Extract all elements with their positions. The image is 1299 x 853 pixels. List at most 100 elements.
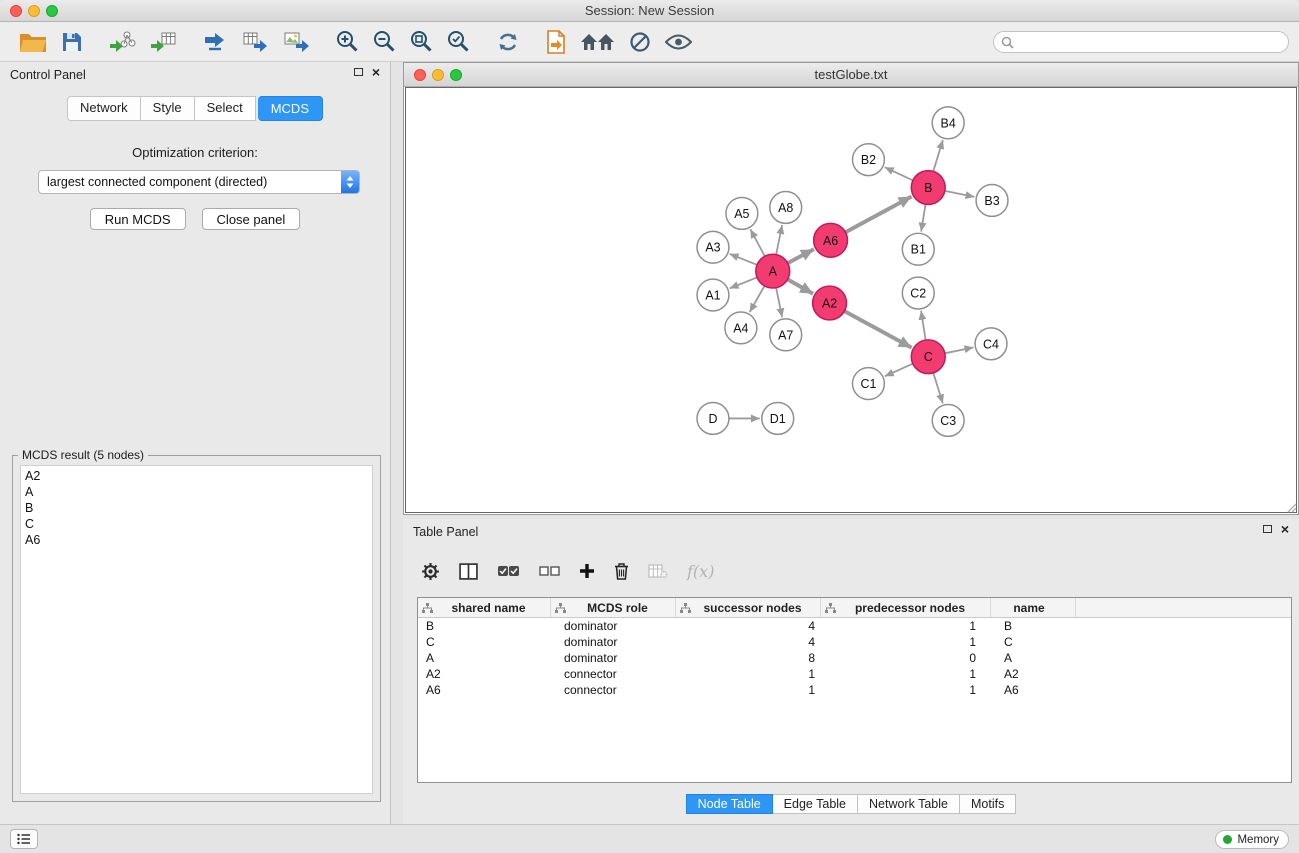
graph-node-B3[interactable]: B3	[976, 185, 1008, 217]
network-canvas[interactable]: B4 B2 B B3 A5 A8 A6 B1 A3 A C2 A1 A2 A4 A7 C4 C C1 C3 D D1	[405, 87, 1297, 513]
show-columns-button[interactable]	[459, 563, 478, 580]
graph-edge-B-B2[interactable]	[885, 167, 913, 180]
select-all-columns-button[interactable]	[497, 565, 520, 577]
table-settings-button[interactable]	[421, 562, 440, 581]
float-table-panel-icon[interactable]	[1263, 525, 1272, 533]
graph-node-B4[interactable]: B4	[932, 107, 964, 139]
titlebar[interactable]: Session: New Session	[0, 0, 1299, 22]
close-panel-icon[interactable]: ×	[372, 67, 380, 77]
tab-network-table[interactable]: Network Table	[858, 794, 960, 814]
session-document-button[interactable]	[546, 30, 566, 54]
float-panel-icon[interactable]	[354, 68, 363, 76]
mcds-result-list[interactable]: A2ABCA6	[20, 465, 373, 794]
graph-edge-A-A2[interactable]	[788, 279, 814, 293]
save-session-button[interactable]	[61, 31, 83, 53]
zoom-out-button[interactable]	[373, 30, 396, 53]
column-header-shared-name[interactable]: shared name	[418, 598, 551, 617]
tab-select[interactable]: Select	[195, 96, 256, 121]
graph-node-A1[interactable]: A1	[697, 279, 729, 311]
show-details-button[interactable]	[665, 34, 692, 50]
graph-node-A8[interactable]: A8	[770, 192, 802, 224]
graph-node-B[interactable]: B	[911, 171, 945, 205]
graph-node-A3[interactable]: A3	[697, 231, 729, 263]
delete-column-button[interactable]	[614, 562, 629, 580]
tab-style[interactable]: Style	[141, 96, 195, 121]
result-item[interactable]: C	[21, 516, 372, 532]
column-header-predecessor-nodes[interactable]: predecessor nodes	[821, 598, 991, 617]
graph-edge-A-A6[interactable]	[788, 249, 814, 263]
panel-menu-button[interactable]	[10, 829, 38, 849]
graph-edge-C-C2[interactable]	[921, 311, 926, 340]
graph-edge-B-B1[interactable]	[921, 204, 925, 231]
delete-table-button[interactable]	[648, 564, 668, 579]
column-header-name[interactable]: name	[991, 598, 1076, 617]
result-item[interactable]: A6	[21, 532, 372, 548]
apply-layout-button[interactable]	[496, 30, 520, 54]
search-input[interactable]	[1018, 33, 1288, 51]
graph-node-A[interactable]: A	[756, 254, 790, 288]
deselect-all-columns-button[interactable]	[539, 566, 560, 576]
table-row[interactable]: Cdominator41C	[418, 634, 1291, 650]
graph-edge-A-A7[interactable]	[776, 288, 782, 318]
style-circle-button[interactable]	[629, 31, 651, 53]
graph-node-C3[interactable]: C3	[932, 405, 964, 437]
table-row[interactable]: A6connector11A6	[418, 682, 1291, 698]
column-header-mcds-role[interactable]: MCDS role	[551, 598, 676, 617]
graph-node-A5[interactable]: A5	[726, 197, 758, 229]
result-item[interactable]: A2	[21, 468, 372, 484]
graph-node-C1[interactable]: C1	[852, 368, 884, 400]
close-table-panel-icon[interactable]: ×	[1281, 524, 1289, 534]
graph-node-B1[interactable]: B1	[902, 233, 934, 265]
export-table-button[interactable]	[242, 30, 269, 54]
open-session-button[interactable]	[19, 31, 47, 53]
column-header-successor-nodes[interactable]: successor nodes	[676, 598, 821, 617]
table-row[interactable]: Adominator80A	[418, 650, 1291, 666]
graph-edge-A6-B[interactable]	[845, 197, 911, 233]
result-item[interactable]: A	[21, 484, 372, 500]
import-table-button[interactable]	[150, 30, 177, 54]
graph-node-C[interactable]: C	[911, 340, 945, 374]
graph-edge-C-C3[interactable]	[933, 373, 943, 403]
graph-node-C4[interactable]: C4	[975, 328, 1007, 360]
run-mcds-button[interactable]: Run MCDS	[90, 208, 186, 230]
graph-edge-C-C1[interactable]	[885, 364, 913, 377]
graph-node-A6[interactable]: A6	[814, 223, 848, 257]
graph-node-A4[interactable]: A4	[725, 312, 757, 344]
import-network-button[interactable]	[109, 30, 136, 54]
search-box[interactable]	[993, 31, 1289, 53]
graph-edge-B-B3[interactable]	[945, 191, 975, 197]
graph-edge-A-A4[interactable]	[750, 286, 765, 312]
zoom-in-button[interactable]	[336, 30, 359, 53]
graph-edge-A-A8[interactable]	[776, 225, 782, 255]
table-row[interactable]: A2connector11A2	[418, 666, 1291, 682]
tab-network[interactable]: Network	[67, 96, 141, 121]
graph-node-C2[interactable]: C2	[902, 277, 934, 309]
graph-node-A7[interactable]: A7	[770, 319, 802, 351]
tab-node-table[interactable]: Node Table	[686, 794, 773, 814]
zoom-fit-button[interactable]	[410, 30, 433, 53]
network-window-titlebar[interactable]: testGlobe.txt	[404, 63, 1298, 87]
graph-edge-A2-C[interactable]	[844, 311, 911, 348]
graph-edge-B-B4[interactable]	[933, 140, 943, 171]
memory-indicator[interactable]: Memory	[1215, 830, 1289, 849]
close-panel-button[interactable]: Close panel	[202, 208, 301, 230]
create-column-button[interactable]	[579, 563, 595, 579]
graph-node-D[interactable]: D	[697, 403, 729, 435]
graph-edge-C-C4[interactable]	[945, 347, 974, 353]
graph-edge-A-A5[interactable]	[750, 229, 764, 256]
tab-edge-table[interactable]: Edge Table	[773, 794, 858, 814]
graph-edge-A-A1[interactable]	[730, 277, 757, 288]
resize-grip[interactable]	[1285, 501, 1297, 513]
graph-node-D1[interactable]: D1	[762, 403, 794, 435]
home-button[interactable]	[580, 32, 615, 52]
zoom-selected-button[interactable]	[447, 30, 470, 53]
export-image-button[interactable]	[283, 30, 310, 54]
table-row[interactable]: Bdominator41B	[418, 618, 1291, 634]
result-item[interactable]: B	[21, 500, 372, 516]
new-network-button[interactable]	[203, 30, 228, 54]
tab-motifs[interactable]: Motifs	[960, 794, 1016, 814]
graph-node-A2[interactable]: A2	[813, 286, 847, 320]
graph-edge-A-A3[interactable]	[730, 254, 757, 265]
optimization-criterion-select[interactable]: largest connected component (directed)	[38, 170, 360, 194]
graph-node-B2[interactable]: B2	[852, 144, 884, 176]
